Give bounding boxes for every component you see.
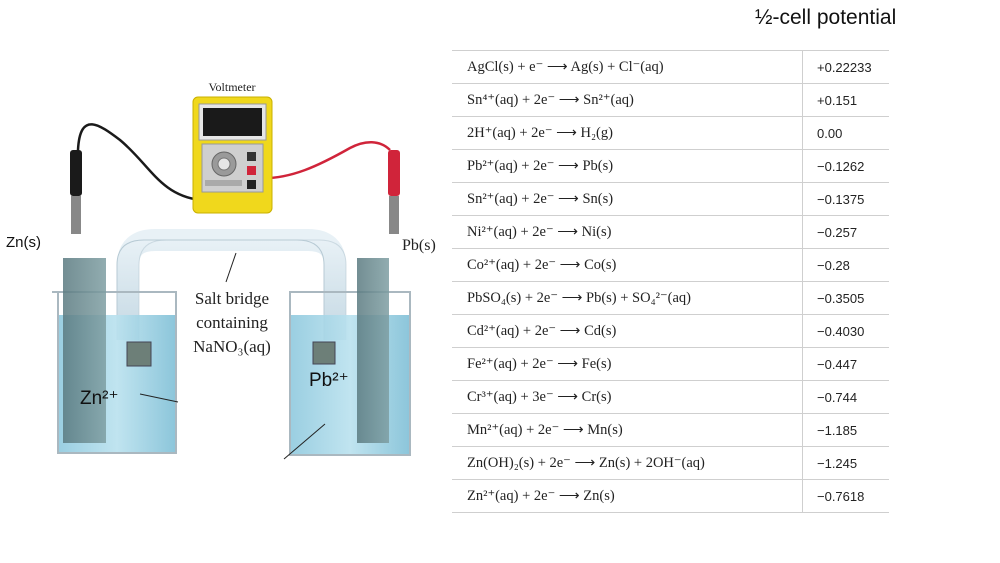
half-cell-potential: 0.00 — [802, 116, 889, 150]
table-row: Zn(OH)₂(s) + 2e⁻ ⟶ Zn(s) + 2OH⁻(aq) −1.24… — [452, 446, 889, 480]
table-row: Fe²⁺(aq) + 2e⁻ ⟶ Fe(s) −0.447 — [452, 347, 889, 381]
half-reaction: 2H⁺(aq) + 2e⁻ ⟶ H₂(g) — [452, 116, 803, 150]
half-reaction: Zn²⁺(aq) + 2e⁻ ⟶ Zn(s) — [452, 479, 803, 513]
lead-electrode-label: Pb(s) — [402, 237, 436, 254]
table-row: Cr³⁺(aq) + 3e⁻ ⟶ Cr(s) −0.744 — [452, 380, 889, 414]
half-cell-potential: −0.4030 — [802, 314, 889, 348]
half-reaction: Cr³⁺(aq) + 3e⁻ ⟶ Cr(s) — [452, 380, 803, 414]
table-row: Pb²⁺(aq) + 2e⁻ ⟶ Pb(s) −0.1262 — [452, 149, 889, 183]
table-row: Ni²⁺(aq) + 2e⁻ ⟶ Ni(s) −0.257 — [452, 215, 889, 249]
half-cell-potential: −1.185 — [802, 413, 889, 447]
half-reaction: Cd²⁺(aq) + 2e⁻ ⟶ Cd(s) — [452, 314, 803, 348]
table-row: Zn²⁺(aq) + 2e⁻ ⟶ Zn(s) −0.7618 — [452, 479, 889, 513]
half-cell-potential: −0.447 — [802, 347, 889, 381]
zinc-electrode-label: Zn(s) — [6, 234, 41, 251]
table-row: 2H⁺(aq) + 2e⁻ ⟶ H₂(g) 0.00 — [452, 116, 889, 150]
half-reaction: Fe²⁺(aq) + 2e⁻ ⟶ Fe(s) — [452, 347, 803, 381]
half-cell-table-body: AgCl(s) + e⁻ ⟶ Ag(s) + Cl⁻(aq) +0.22233 Sn… — [452, 50, 889, 513]
table-row: Sn²⁺(aq) + 2e⁻ ⟶ Sn(s) −0.1375 — [452, 182, 889, 216]
salt-bridge-label-2: containing — [196, 313, 268, 332]
half-cell-potential: −0.3505 — [802, 281, 889, 315]
half-cell-table: AgCl(s) + e⁻ ⟶ Ag(s) + Cl⁻(aq) +0.22233 Sn… — [452, 50, 889, 513]
salt-bridge-label-1: Salt bridge — [195, 289, 269, 308]
half-reaction: AgCl(s) + e⁻ ⟶ Ag(s) + Cl⁻(aq) — [452, 50, 803, 84]
red-wire — [257, 141, 391, 180]
pb-ion-label: Pb²⁺ — [309, 370, 349, 391]
table-row: AgCl(s) + e⁻ ⟶ Ag(s) + Cl⁻(aq) +0.22233 — [452, 50, 889, 84]
half-cell-potential: −0.7618 — [802, 479, 889, 513]
half-cell-potential: −1.245 — [802, 446, 889, 480]
half-cell-potential: +0.151 — [802, 83, 889, 117]
red-clip — [388, 150, 400, 234]
lead-electrode — [357, 258, 389, 443]
galvanic-cell-diagram: Voltmeter Zn(s) Pb(s) Salt bridge contai… — [6, 80, 436, 460]
half-cell-potential: −0.257 — [802, 215, 889, 249]
zn-ion-label: Zn²⁺ — [80, 388, 119, 409]
table-row: Sn⁴⁺(aq) + 2e⁻ ⟶ Sn²⁺(aq) +0.151 — [452, 83, 889, 117]
half-cell-potential: −0.1262 — [802, 149, 889, 183]
half-reaction: Zn(OH)₂(s) + 2e⁻ ⟶ Zn(s) + 2OH⁻(aq) — [452, 446, 803, 480]
salt-bridge-label-3: NaNO₃(aq) — [193, 337, 271, 356]
voltmeter — [192, 96, 273, 214]
half-reaction: Mn²⁺(aq) + 2e⁻ ⟶ Mn(s) — [452, 413, 803, 447]
half-cell-potential: +0.22233 — [802, 50, 889, 84]
table-row: Mn²⁺(aq) + 2e⁻ ⟶ Mn(s) −1.185 — [452, 413, 889, 447]
half-cell-potential: −0.1375 — [802, 182, 889, 216]
half-reaction: Pb²⁺(aq) + 2e⁻ ⟶ Pb(s) — [452, 149, 803, 183]
black-clip — [70, 150, 82, 234]
voltmeter-label: Voltmeter — [208, 80, 255, 94]
half-cell-potential: −0.744 — [802, 380, 889, 414]
salt-bridge-pointer — [225, 252, 237, 283]
table-row: Co²⁺(aq) + 2e⁻ ⟶ Co(s) −0.28 — [452, 248, 889, 282]
right-beaker — [289, 291, 411, 456]
page-title: ½-cell potential — [755, 6, 897, 29]
half-reaction: PbSO₄(s) + 2e⁻ ⟶ Pb(s) + SO₄²⁻(aq) — [452, 281, 803, 315]
table-row: Cd²⁺(aq) + 2e⁻ ⟶ Cd(s) −0.4030 — [452, 314, 889, 348]
zinc-electrode — [63, 258, 106, 443]
half-cell-potential: −0.28 — [802, 248, 889, 282]
half-reaction: Ni²⁺(aq) + 2e⁻ ⟶ Ni(s) — [452, 215, 803, 249]
half-reaction: Sn⁴⁺(aq) + 2e⁻ ⟶ Sn²⁺(aq) — [452, 83, 803, 117]
half-reaction: Sn²⁺(aq) + 2e⁻ ⟶ Sn(s) — [452, 182, 803, 216]
half-reaction: Co²⁺(aq) + 2e⁻ ⟶ Co(s) — [452, 248, 803, 282]
table-row: PbSO₄(s) + 2e⁻ ⟶ Pb(s) + SO₄²⁻(aq) −0.350… — [452, 281, 889, 315]
